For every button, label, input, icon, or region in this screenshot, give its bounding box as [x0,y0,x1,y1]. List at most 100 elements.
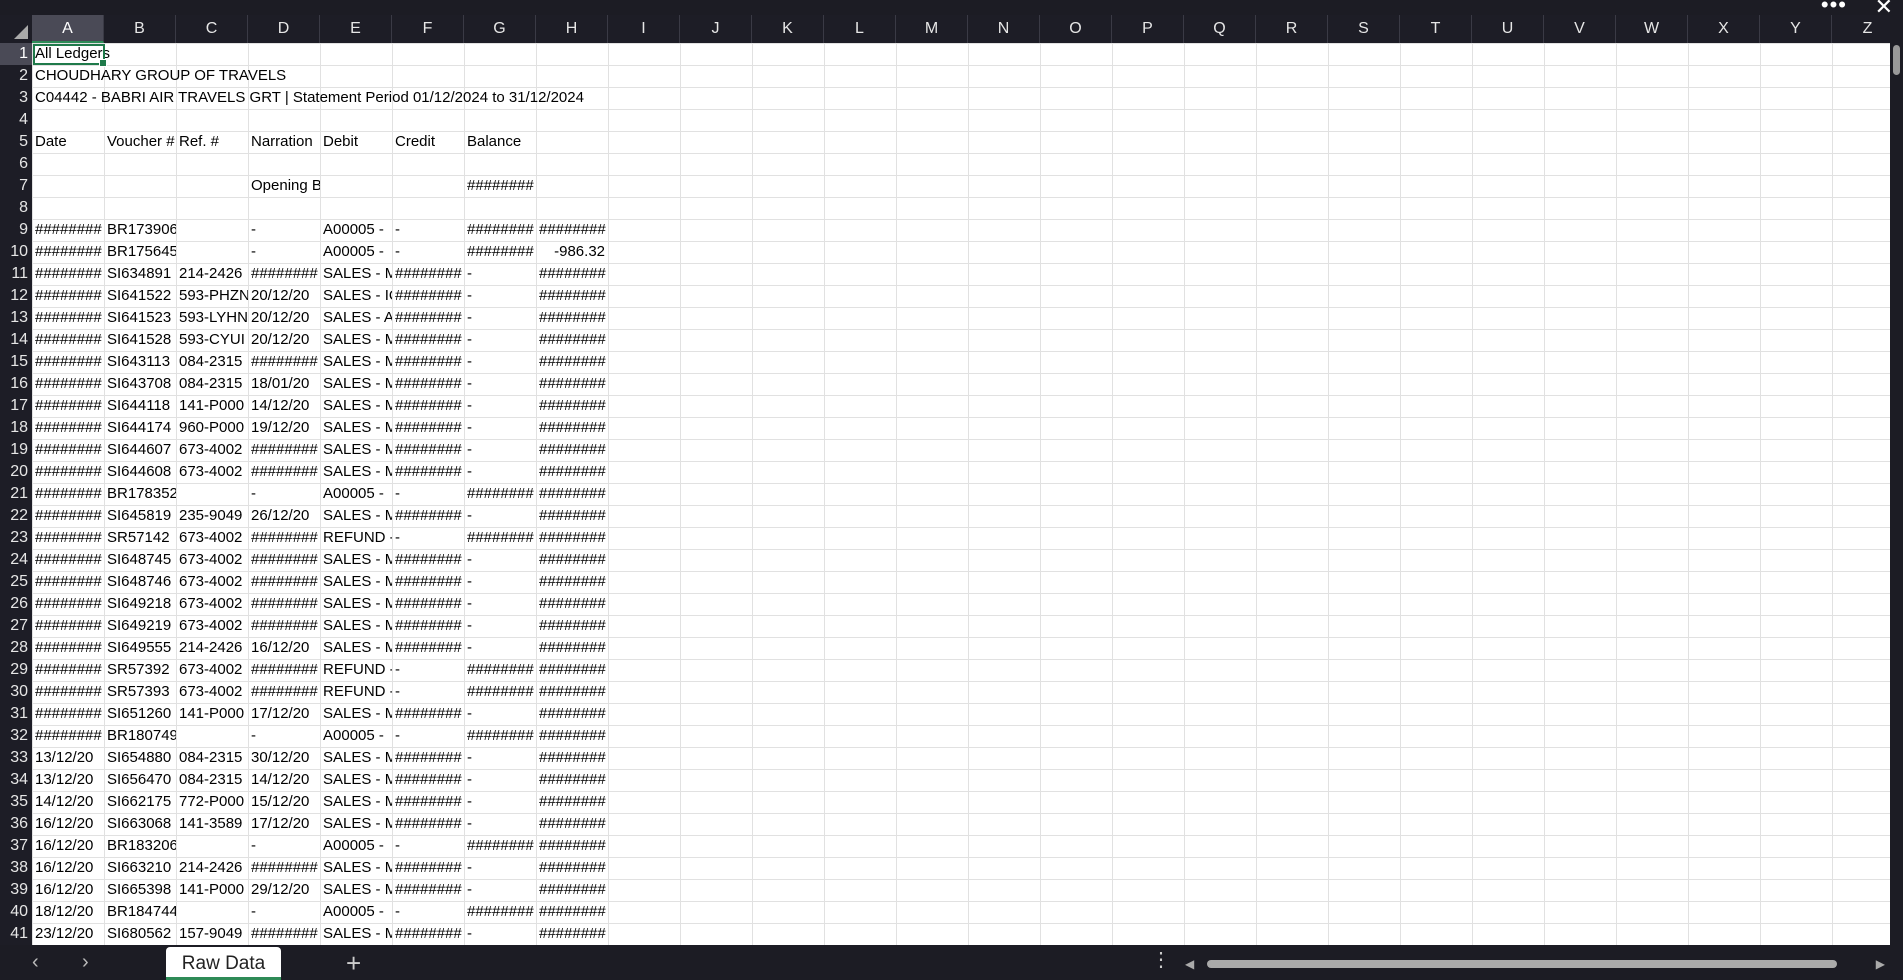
column-header-a[interactable]: A [32,15,104,43]
cell-h21[interactable]: ######## [536,483,608,505]
cell-h19[interactable]: ######## [536,439,608,461]
cell-a27[interactable]: ######## [32,615,104,637]
cell-e11[interactable]: SALES - M [320,263,392,285]
cell-h28[interactable]: ######## [536,637,608,659]
cell-e40[interactable]: A00005 - [320,901,392,923]
column-header-t[interactable]: T [1400,15,1472,43]
cell-h24[interactable]: ######## [536,549,608,571]
cell-b28[interactable]: SI649555 [104,637,176,659]
horizontal-scrollbar[interactable]: ◀ ▶ [1185,957,1885,971]
row-header-2[interactable]: 2 [0,65,32,87]
cell-a34[interactable]: 13/12/20 [32,769,104,791]
cell-c35[interactable]: 772-P000 [176,791,248,813]
cell-d5[interactable]: Narration [248,131,320,153]
cell-c5[interactable]: Ref. # [176,131,248,153]
cell-h10[interactable]: -986.32 [536,241,608,263]
cell-g9[interactable]: ######## [464,219,536,241]
cell-f19[interactable]: ######## [392,439,464,461]
column-header-w[interactable]: W [1616,15,1688,43]
cell-a18[interactable]: ######## [32,417,104,439]
cell-e27[interactable]: SALES - M [320,615,392,637]
row-header-5[interactable]: 5 [0,131,32,153]
cell-f15[interactable]: ######## [392,351,464,373]
cell-c30[interactable]: 673-4002 [176,681,248,703]
cell-c23[interactable]: 673-4002 [176,527,248,549]
cell-g31[interactable]: - [464,703,536,725]
cell-a19[interactable]: ######## [32,439,104,461]
cell-b22[interactable]: SI645819 [104,505,176,527]
row-header-10[interactable]: 10 [0,241,32,263]
cell-a40[interactable]: 18/12/20 [32,901,104,923]
cell-e20[interactable]: SALES - M [320,461,392,483]
cell-d18[interactable]: 19/12/20 [248,417,320,439]
row-header-36[interactable]: 36 [0,813,32,835]
cell-e26[interactable]: SALES - M [320,593,392,615]
cell-a30[interactable]: ######## [32,681,104,703]
cell-h27[interactable]: ######## [536,615,608,637]
cell-d23[interactable]: ######## [248,527,320,549]
cell-c14[interactable]: 593-CYUI [176,329,248,351]
cell-d33[interactable]: 30/12/20 [248,747,320,769]
cell-f10[interactable]: - [392,241,464,263]
cell-e28[interactable]: SALES - M [320,637,392,659]
cell-b34[interactable]: SI656470 [104,769,176,791]
cell-h35[interactable]: ######## [536,791,608,813]
cell-h22[interactable]: ######## [536,505,608,527]
cell-d27[interactable]: ######## [248,615,320,637]
row-header-25[interactable]: 25 [0,571,32,593]
cell-d20[interactable]: ######## [248,461,320,483]
column-header-d[interactable]: D [248,15,320,43]
row-header-30[interactable]: 30 [0,681,32,703]
cell-g41[interactable]: - [464,923,536,945]
cell-b32[interactable]: BR180749 [104,725,176,747]
cell-b25[interactable]: SI648746 [104,571,176,593]
cell-d34[interactable]: 14/12/20 [248,769,320,791]
cell-e16[interactable]: SALES - M [320,373,392,395]
cell-c27[interactable]: 673-4002 [176,615,248,637]
cell-d10[interactable]: - [248,241,320,263]
cell-a1[interactable]: All Ledgers [32,43,632,65]
cell-c16[interactable]: 084-2315 [176,373,248,395]
cell-g26[interactable]: - [464,593,536,615]
row-header-15[interactable]: 15 [0,351,32,373]
cell-a16[interactable]: ######## [32,373,104,395]
spreadsheet-grid[interactable]: ABCDEFGHIJKLMNOPQRSTUVWXYZ 1 2 3 4 5 6 7 8 9 10 11… [0,15,1890,945]
cell-e15[interactable]: SALES - M [320,351,392,373]
column-header-v[interactable]: V [1544,15,1616,43]
row-header-16[interactable]: 16 [0,373,32,395]
row-header-9[interactable]: 9 [0,219,32,241]
cell-e10[interactable]: A00005 - [320,241,392,263]
cell-a12[interactable]: ######## [32,285,104,307]
cell-e18[interactable]: SALES - M [320,417,392,439]
cell-g20[interactable]: - [464,461,536,483]
cell-c39[interactable]: 141-P000 [176,879,248,901]
cell-f22[interactable]: ######## [392,505,464,527]
cell-b12[interactable]: SI641522 [104,285,176,307]
cell-b14[interactable]: SI641528 [104,329,176,351]
cell-e34[interactable]: SALES - M [320,769,392,791]
row-header-19[interactable]: 19 [0,439,32,461]
column-header-z[interactable]: Z [1832,15,1890,43]
cell-d26[interactable]: ######## [248,593,320,615]
cell-b9[interactable]: BR173906 [104,219,176,241]
cell-d13[interactable]: 20/12/20 [248,307,320,329]
row-header-7[interactable]: 7 [0,175,32,197]
row-header-40[interactable]: 40 [0,901,32,923]
cell-f16[interactable]: ######## [392,373,464,395]
cell-f13[interactable]: ######## [392,307,464,329]
row-header-32[interactable]: 32 [0,725,32,747]
cell-h25[interactable]: ######## [536,571,608,593]
cell-a3[interactable]: C04442 - BABRI AIR TRAVELS GRT | Stateme… [32,87,632,109]
cell-b19[interactable]: SI644607 [104,439,176,461]
row-header-37[interactable]: 37 [0,835,32,857]
cell-g19[interactable]: - [464,439,536,461]
cell-e30[interactable]: REFUND - [320,681,392,703]
cell-e39[interactable]: SALES - M [320,879,392,901]
cell-h34[interactable]: ######## [536,769,608,791]
cell-c19[interactable]: 673-4002 [176,439,248,461]
cell-g18[interactable]: - [464,417,536,439]
cell-h38[interactable]: ######## [536,857,608,879]
cell-a23[interactable]: ######## [32,527,104,549]
cell-f38[interactable]: ######## [392,857,464,879]
cell-g27[interactable]: - [464,615,536,637]
